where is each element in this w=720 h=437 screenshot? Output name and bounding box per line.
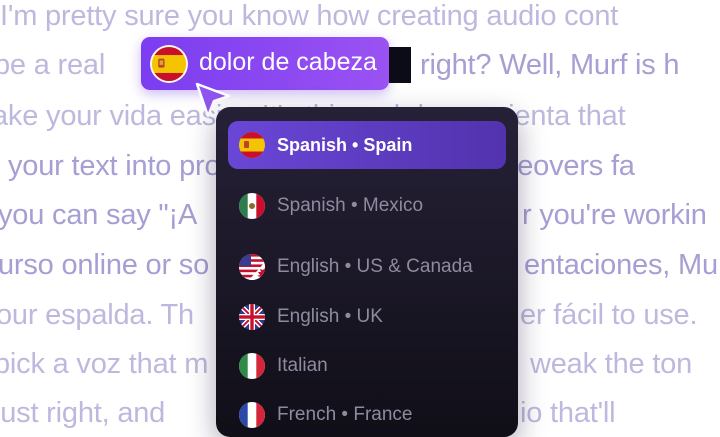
paragraph-line: er fácil to use. [520, 299, 698, 331]
language-option-english-us-canada[interactable]: English • US & Canada [228, 243, 506, 291]
uk-flag-icon [239, 304, 265, 330]
paragraph-line: io that'll [520, 397, 616, 429]
us-canada-flag-icon [239, 254, 265, 280]
language-option-spanish-spain[interactable]: Spanish • Spain [228, 121, 506, 169]
language-option-italian[interactable]: Italian [228, 342, 506, 390]
language-dropdown: Spanish • Spain Spanish • Mexico English… [216, 107, 518, 437]
paragraph-line: pick a voz that m [0, 348, 209, 380]
language-option-label: English • US & Canada [277, 256, 473, 277]
spain-flag-icon [150, 45, 188, 83]
paragraph-line: be a real [0, 49, 106, 81]
paragraph-line: urso online or so [0, 249, 209, 281]
text-cursor [389, 47, 411, 83]
paragraph-line: just right, and [0, 397, 166, 429]
language-option-english-uk[interactable]: English • UK [228, 293, 506, 341]
italy-flag-icon [239, 353, 265, 379]
paragraph-line: r you're workin [522, 199, 707, 231]
highlighted-phrase-text: dolor de cabeza [199, 48, 377, 76]
paragraph-line: right? Well, Murf is h [420, 49, 680, 81]
language-option-label: French • France [277, 404, 413, 425]
paragraph-line: I'm pretty sure you know how creating au… [0, 0, 619, 32]
paragraph-line: you can say "¡A [0, 199, 198, 231]
mexico-flag-icon [239, 193, 265, 219]
language-option-label: Spanish • Spain [277, 134, 413, 155]
france-flag-icon [239, 402, 265, 428]
language-option-label: Italian [277, 355, 328, 376]
paragraph-line: entaciones, Mu [524, 249, 718, 281]
language-option-label: English • UK [277, 306, 383, 327]
paragraph-line: our espalda. Th [0, 299, 194, 331]
language-option-french-france[interactable]: French • France [228, 391, 506, 437]
highlighted-phrase-chip[interactable]: dolor de cabeza [141, 37, 389, 90]
language-option-label: Spanish • Mexico [277, 195, 424, 216]
paragraph-line: weak the ton [530, 348, 693, 380]
language-option-spanish-mexico[interactable]: Spanish • Mexico [228, 182, 506, 230]
spain-flag-icon [239, 132, 265, 158]
